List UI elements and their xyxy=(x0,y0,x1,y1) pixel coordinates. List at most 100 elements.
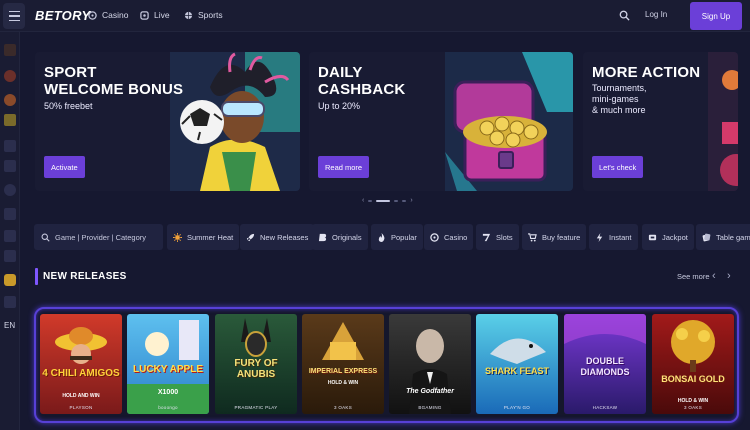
chevron-left-icon[interactable]: ‹ xyxy=(362,197,364,204)
coin-icon[interactable] xyxy=(4,274,16,286)
chevron-left-icon[interactable]: ‹ xyxy=(712,270,716,282)
filter-casino[interactable]: Casino xyxy=(424,224,474,250)
login-button[interactable]: Log In xyxy=(645,10,667,19)
filter-buy-feature[interactable]: Buy feature xyxy=(522,224,587,250)
cart-icon xyxy=(528,232,537,242)
nav-sports-label: Sports xyxy=(198,10,223,20)
gift-icon[interactable] xyxy=(4,208,16,220)
filter-originals[interactable]: Originals xyxy=(312,224,368,250)
carousel-dot[interactable] xyxy=(368,199,373,202)
nav-sports[interactable]: Sports xyxy=(184,10,223,20)
game-art xyxy=(490,338,546,364)
game-tile[interactable]: The Godfather BGAMING xyxy=(389,314,471,414)
filter-label: Popular xyxy=(391,232,417,242)
game-provider: 3 OAKS xyxy=(683,405,703,410)
filter-label: Slots xyxy=(496,232,513,242)
banner-more-action[interactable]: MORE ACTION Tournaments, mini-games & mu… xyxy=(583,52,738,191)
game-search-input[interactable] xyxy=(55,232,160,242)
action-illustration xyxy=(708,52,738,191)
nav-casino[interactable]: Casino xyxy=(88,10,128,20)
sports-icon xyxy=(184,11,193,19)
game-tile[interactable]: LUCKY APPLE X1000 booongo xyxy=(127,314,209,414)
carousel-dot[interactable] xyxy=(402,199,407,202)
game-tile[interactable]: BONSAI GOLD HOLD & WIN 3 OAKS xyxy=(652,314,734,414)
game-tag: HOLD & WIN xyxy=(327,380,359,386)
menu-line-icon xyxy=(8,15,20,17)
filter-instant[interactable]: Instant xyxy=(589,224,638,250)
menu-line-icon xyxy=(8,10,20,13)
game-title: SHARK FEAST xyxy=(484,366,549,376)
nav-live[interactable]: Live xyxy=(140,10,170,20)
game-provider: BGAMING xyxy=(418,405,442,410)
banner-subtitle: Up to 20% xyxy=(318,101,361,111)
banner-sport-welcome[interactable]: SPORT WELCOME BONUS 50% freebet Activate xyxy=(35,52,300,191)
filter-slots[interactable]: Slots xyxy=(476,224,519,250)
game-title: 4 CHILI AMIGOS xyxy=(42,368,120,379)
users-icon[interactable] xyxy=(4,250,16,262)
game-tile[interactable]: DOUBLE DIAMONDS HACKSAW xyxy=(564,314,646,414)
casino-icon xyxy=(88,10,97,20)
basketball-icon[interactable] xyxy=(4,94,16,106)
chevron-right-icon[interactable]: › xyxy=(727,270,731,282)
table-icon xyxy=(702,233,711,241)
filter-label: Originals xyxy=(332,232,362,242)
game-tile[interactable]: IMPERIAL EXPRESS HOLD & WIN 3 OAKS xyxy=(302,314,384,414)
live-icon xyxy=(140,10,149,20)
casino-icon xyxy=(430,232,439,242)
filter-label: Table game xyxy=(716,232,750,242)
game-provider: HACKSAW xyxy=(592,405,618,410)
flame-icon[interactable] xyxy=(4,44,16,56)
app-root: BETORY Casino Live Sports Log In Sign Up… xyxy=(0,0,750,430)
game-search[interactable] xyxy=(34,224,163,250)
filter-new-releases[interactable]: New Releases xyxy=(240,224,315,250)
see-more-link[interactable]: See more xyxy=(677,272,710,281)
fire-icon[interactable] xyxy=(4,70,16,82)
carousel-dot-active[interactable] xyxy=(376,199,391,202)
game-tile[interactable]: 4 CHILI AMIGOS HOLD AND WIN PLAYSON xyxy=(40,314,122,414)
search-icon xyxy=(41,233,50,242)
search-icon[interactable] xyxy=(619,10,630,21)
trophy-icon[interactable] xyxy=(4,114,16,126)
filter-label: Casino xyxy=(444,232,468,242)
game-provider: PLAY'N GO xyxy=(503,405,531,410)
game-title: DOUBLE DIAMONDS xyxy=(580,356,630,377)
dice-icon[interactable] xyxy=(4,140,16,152)
cards-icon[interactable] xyxy=(4,160,16,172)
banner-daily-cashback[interactable]: DAILY CASHBACK Up to 20% Read more xyxy=(309,52,573,191)
top-bar: BETORY Casino Live Sports Log In Sign Up xyxy=(0,0,750,32)
filter-label: Instant xyxy=(609,232,632,242)
game-provider: 3 OAKS xyxy=(333,405,353,410)
sun-icon xyxy=(173,232,182,242)
filter-table-game[interactable]: Table game xyxy=(696,224,750,250)
read-more-button[interactable]: Read more xyxy=(318,156,370,178)
sidebar: EN xyxy=(0,32,20,430)
section-accent-bar xyxy=(35,268,38,285)
filter-popular[interactable]: Popular xyxy=(371,224,423,250)
section-title: NEW RELEASES xyxy=(43,271,127,282)
filter-jackpot[interactable]: Jackpot xyxy=(642,224,694,250)
filter-label: Jackpot xyxy=(662,232,688,242)
language-selector[interactable]: EN xyxy=(4,321,15,330)
rocket-icon xyxy=(246,233,255,241)
carousel-dot[interactable] xyxy=(394,199,399,202)
crown-icon[interactable] xyxy=(4,230,16,242)
chip-icon[interactable] xyxy=(4,184,16,196)
signup-button[interactable]: Sign Up xyxy=(690,2,742,30)
filter-label: Buy feature xyxy=(542,232,581,242)
brand-logo[interactable]: BETORY xyxy=(35,8,91,23)
menu-line-icon xyxy=(8,19,20,22)
banner-carousel-indicator: ‹ › xyxy=(362,197,413,204)
game-tile[interactable]: SHARK FEAST PLAY'N GO xyxy=(476,314,558,414)
chat-icon[interactable] xyxy=(4,296,16,308)
seven-icon xyxy=(482,233,491,241)
game-tile[interactable]: FURY OF ANUBIS PRAGMATIC PLAY xyxy=(215,314,297,414)
banner-subtitle: 50% freebet xyxy=(44,101,93,111)
lets-check-button[interactable]: Let's check xyxy=(592,156,644,178)
filter-summer-heat[interactable]: Summer Heat xyxy=(167,224,240,250)
banner-title: DAILY CASHBACK xyxy=(318,64,406,98)
nav-live-label: Live xyxy=(154,10,170,20)
chevron-right-icon[interactable]: › xyxy=(410,197,412,204)
hamburger-menu-button[interactable] xyxy=(3,3,25,29)
activate-button[interactable]: Activate xyxy=(44,156,85,178)
banner-title: SPORT WELCOME BONUS xyxy=(44,64,184,98)
